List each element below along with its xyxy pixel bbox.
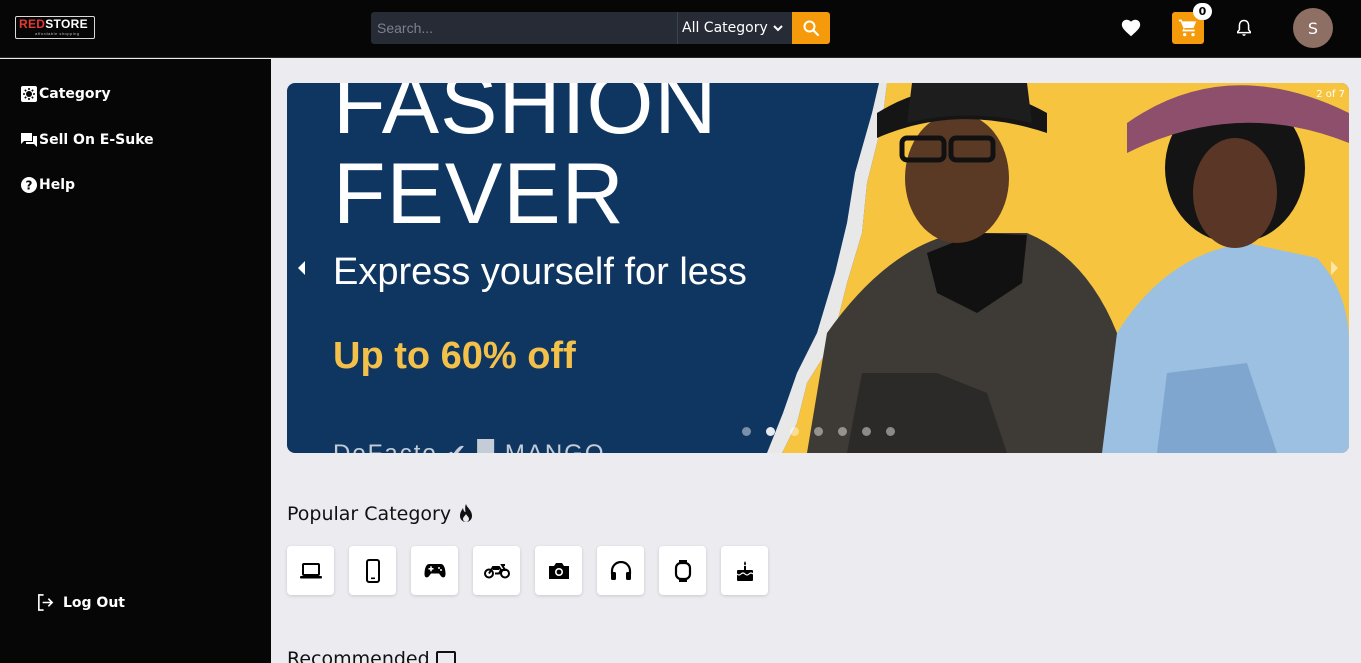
laptop-icon [299, 562, 322, 578]
category-tile-watches[interactable] [659, 546, 706, 595]
motorcycle-icon [483, 563, 510, 578]
search-input[interactable] [371, 12, 678, 44]
carousel-next-icon[interactable] [1327, 259, 1341, 277]
sidebar-item-sell[interactable]: Sell On E-Suke [20, 131, 154, 149]
avatar[interactable]: S [1293, 8, 1333, 48]
category-select[interactable]: All Category [678, 12, 792, 44]
recommended-heading: Recommended [287, 648, 456, 663]
search-icon [803, 20, 820, 37]
sidebar-item-category[interactable]: Category [20, 85, 111, 103]
banner-brand-logos: DeFacto ✔ █ MANGO [333, 439, 606, 453]
logout-label: Log Out [63, 594, 125, 611]
category-tile-audio[interactable] [597, 546, 644, 595]
sidebar-item-label: Help [39, 177, 76, 193]
gamepad-icon [424, 563, 445, 577]
carousel-dot[interactable] [838, 427, 847, 436]
category-tile-cameras[interactable] [535, 546, 582, 595]
carousel-dot[interactable] [790, 427, 799, 436]
banner-offer: Up to 60% off [333, 335, 576, 377]
help-icon: ? [21, 177, 37, 193]
logout-icon [38, 594, 54, 611]
sidebar-item-label: Category [39, 86, 111, 102]
watch-icon [674, 559, 691, 582]
monitor-icon [435, 651, 456, 663]
category-select-value: All Category [682, 20, 768, 36]
section-title: Popular Category [287, 503, 452, 525]
phone-icon [365, 558, 380, 583]
carousel-dot[interactable] [766, 427, 775, 436]
headphones-icon [610, 560, 631, 580]
carousel-dot[interactable] [886, 427, 895, 436]
top-bar: REDSTORE affordable shopping All Categor… [0, 0, 1361, 58]
logo-text: REDSTORE [19, 17, 88, 31]
slide-counter: 2 of 7 [1316, 89, 1345, 100]
logo[interactable]: REDSTORE affordable shopping [15, 16, 95, 39]
sidebar: Category Sell On E-Suke ? Help Log Out [0, 59, 271, 663]
carousel-dot[interactable] [742, 427, 751, 436]
cart-icon [1178, 19, 1197, 37]
category-icon [21, 86, 37, 102]
category-tile-laptops[interactable] [287, 546, 334, 595]
search-bar: All Category [371, 12, 830, 44]
category-tile-phones[interactable] [349, 546, 396, 595]
carousel-prev-icon[interactable] [295, 259, 309, 277]
hero-banner[interactable]: FASHION FEVER Express yourself for less … [287, 83, 1349, 453]
logout-button[interactable]: Log Out [36, 593, 125, 612]
sidebar-item-label: Sell On E-Suke [39, 132, 154, 148]
banner-subline: Express yourself for less [333, 251, 747, 293]
cart-count-badge: 0 [1193, 3, 1212, 20]
chevron-down-icon [773, 25, 783, 32]
carousel-dots [742, 427, 895, 436]
fire-icon [460, 504, 473, 522]
category-icon-row [287, 546, 768, 595]
bell-icon[interactable] [1234, 17, 1254, 39]
section-title: Recommended [287, 648, 430, 663]
cake-icon [736, 560, 753, 581]
popular-category-heading: Popular Category [287, 503, 475, 525]
category-tile-motorcycles[interactable] [473, 546, 520, 595]
search-button[interactable] [792, 12, 830, 44]
heart-icon[interactable] [1120, 17, 1142, 39]
camera-icon [548, 562, 569, 579]
category-tile-gaming[interactable] [411, 546, 458, 595]
banner-headline-2: FEVER [333, 146, 625, 242]
logo-tagline: affordable shopping [35, 31, 80, 36]
svg-text:?: ? [26, 179, 33, 193]
chat-icon [21, 133, 37, 147]
carousel-dot[interactable] [814, 427, 823, 436]
sidebar-item-help[interactable]: ? Help [20, 176, 75, 194]
category-tile-cakes[interactable] [721, 546, 768, 595]
carousel-dot[interactable] [862, 427, 871, 436]
